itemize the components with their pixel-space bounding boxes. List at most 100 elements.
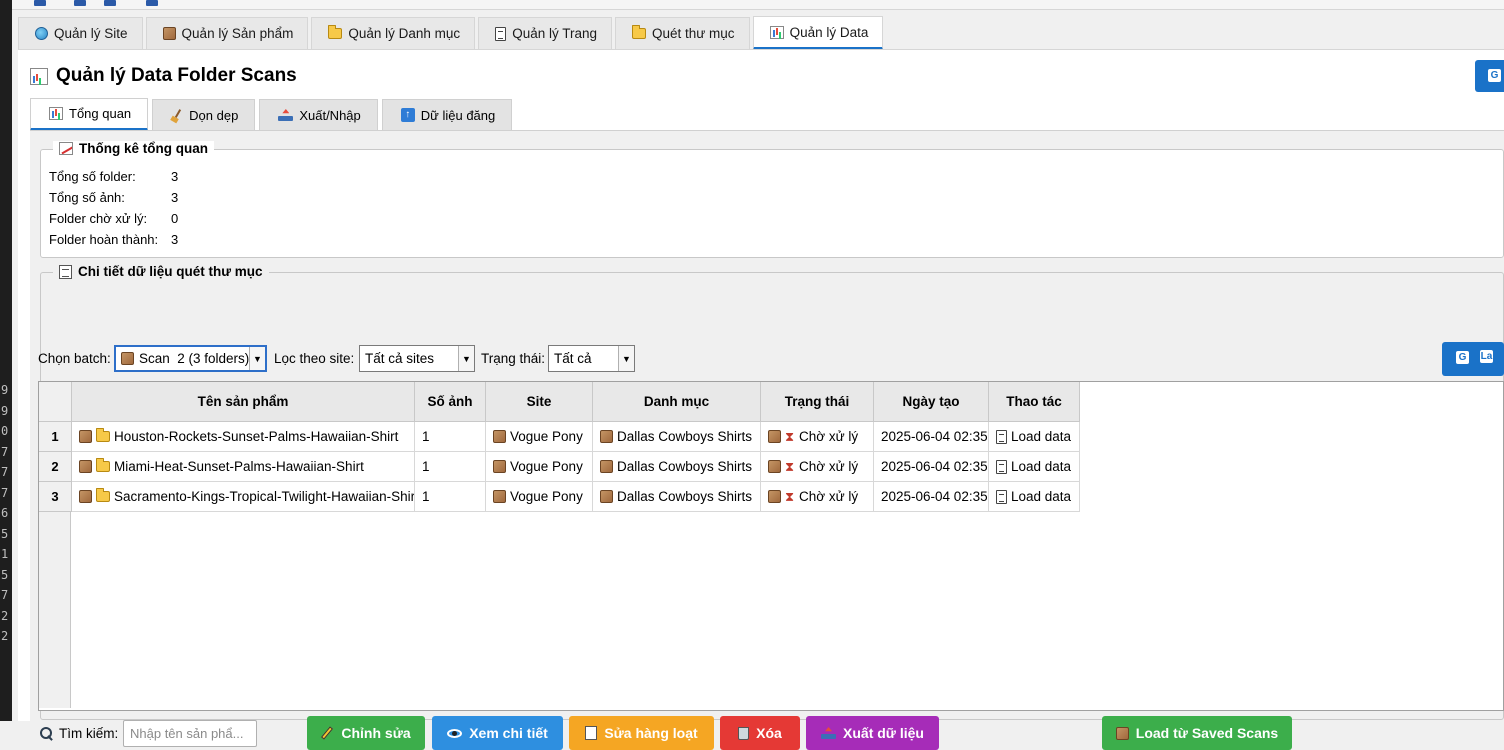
table-cell-status[interactable]: ⧗ Chờ xử lý — [761, 482, 874, 512]
tab-label: Tổng quan — [69, 106, 132, 121]
batch-label: Chọn batch: — [38, 351, 111, 366]
stat-label: Folder chờ xử lý: — [49, 211, 148, 226]
tab-posted-data[interactable]: ↑ Dữ liệu đăng — [381, 99, 513, 130]
toolbar-icon[interactable] — [146, 0, 158, 6]
row-number[interactable]: 2 — [39, 452, 72, 482]
load-data-action[interactable]: Load data — [989, 482, 1080, 512]
bulk-edit-button[interactable]: Sửa hàng loạt — [569, 716, 714, 750]
up-arrow-icon: ↑ — [400, 108, 415, 122]
tab-label: Quản lý Sản phẩm — [181, 26, 294, 41]
tab-products[interactable]: Quản lý Sản phẩm — [145, 17, 309, 49]
product-name: Houston-Rockets-Sunset-Palms-Hawaiian-Sh… — [114, 429, 399, 444]
export-data-button[interactable]: Xuất dữ liệu — [806, 716, 939, 750]
tab-import-export[interactable]: Xuất/Nhập — [259, 99, 378, 130]
column-header[interactable]: Ngày tạo — [874, 382, 989, 422]
data-grid: Tên sản phẩm Số ảnh Site Danh mục Trạng … — [38, 381, 1504, 711]
gutter-line: 5 — [1, 526, 9, 541]
view-details-button[interactable]: Xem chi tiết — [432, 716, 563, 750]
table-cell-name[interactable]: Houston-Rockets-Sunset-Palms-Hawaiian-Sh… — [72, 422, 415, 452]
row-number[interactable]: 3 — [39, 482, 72, 512]
search-input[interactable]: Nhập tên sản phẩ... — [123, 720, 257, 747]
box-icon — [79, 460, 92, 473]
batch-select[interactable]: Scan 2 (3 folders) ▼ — [114, 345, 267, 372]
column-header[interactable]: Tên sản phẩm — [72, 382, 415, 422]
action-label: Load data — [1011, 429, 1072, 444]
toolbar-icon[interactable] — [34, 0, 46, 6]
pencil-icon — [321, 725, 334, 740]
table-cell-site[interactable]: Vogue Pony — [486, 482, 593, 512]
main-content: Quản lý Data Folder Scans G Tổng quan Dọ… — [18, 49, 1504, 750]
trash-icon — [738, 726, 750, 740]
hourglass-icon: ⧗ — [785, 429, 795, 444]
search-icon — [40, 727, 54, 741]
table-cell-site[interactable]: Vogue Pony — [486, 452, 593, 482]
tab-categories[interactable]: Quản lý Danh mục — [311, 17, 476, 49]
reload-button-label: La — [1480, 350, 1493, 363]
tray-icon — [821, 727, 837, 739]
edit-button-label: Chỉnh sửa — [341, 725, 411, 741]
details-legend-text: Chi tiết dữ liệu quét thư mục — [78, 264, 263, 279]
notepad-icon — [585, 726, 598, 740]
gutter-line: 7 — [1, 485, 9, 500]
site-filter-select[interactable]: Tất cả sites ▼ — [359, 345, 475, 372]
column-header[interactable]: Thao tác — [989, 382, 1080, 422]
table-cell-created[interactable]: 2025-06-04 02:35 — [874, 482, 989, 512]
table-cell-images[interactable]: 1 — [415, 422, 486, 452]
status-filter-select[interactable]: Tất cả ▼ — [548, 345, 635, 372]
window-toolbar — [12, 0, 1504, 10]
table-cell-images[interactable]: 1 — [415, 482, 486, 512]
gutter-line: 2 — [1, 629, 9, 643]
stat-value: 3 — [171, 169, 179, 184]
tab-folder-scan[interactable]: Quét thư mục — [614, 17, 750, 49]
table-cell-status[interactable]: ⧗ Chờ xử lý — [761, 422, 874, 452]
table-cell-name[interactable]: Sacramento-Kings-Tropical-Twilight-Hawai… — [72, 482, 415, 512]
toolbar-icon[interactable] — [104, 0, 116, 6]
table-cell-site[interactable]: Vogue Pony — [486, 422, 593, 452]
table-cell-created[interactable]: 2025-06-04 02:35 — [874, 452, 989, 482]
app-window: Quản lý Site Quản lý Sản phẩm Quản lý Da… — [18, 10, 1504, 750]
edit-button[interactable]: Chỉnh sửa — [307, 716, 425, 750]
row-number[interactable]: 1 — [39, 422, 72, 452]
export-data-button-label: Xuất dữ liệu — [843, 725, 924, 741]
folder-icon — [96, 458, 110, 472]
table-cell-category[interactable]: Dallas Cowboys Shirts — [593, 482, 761, 512]
column-header[interactable]: Danh mục — [593, 382, 761, 422]
column-header[interactable]: Site — [486, 382, 593, 422]
product-name: Sacramento-Kings-Tropical-Twilight-Hawai… — [114, 489, 415, 504]
load-saved-scans-button[interactable]: Load từ Saved Scans — [1102, 716, 1292, 750]
chevron-down-icon: ▼ — [618, 346, 634, 371]
stats-legend-text: Thống kê tổng quan — [79, 141, 208, 156]
table-cell-status[interactable]: ⧗ Chờ xử lý — [761, 452, 874, 482]
reload-button[interactable]: G La — [1442, 342, 1504, 376]
table-cell-images[interactable]: 1 — [415, 452, 486, 482]
site-name: Vogue Pony — [510, 459, 583, 474]
tab-label: Quản lý Danh mục — [348, 26, 461, 41]
gutter-line: 0 — [1, 424, 9, 438]
bulk-edit-button-label: Sửa hàng loạt — [604, 725, 698, 741]
toolbar-icon[interactable] — [74, 0, 86, 6]
stat-row: Tổng số folder: 3 — [49, 169, 178, 184]
column-header[interactable]: Trạng thái — [761, 382, 874, 422]
table-cell-created[interactable]: 2025-06-04 02:35 — [874, 422, 989, 452]
table-cell-category[interactable]: Dallas Cowboys Shirts — [593, 452, 761, 482]
status-text: Chờ xử lý — [799, 489, 859, 504]
tab-data[interactable]: Quản lý Data — [752, 16, 884, 50]
tab-pages[interactable]: Quản lý Trang — [478, 17, 612, 49]
refresh-icon: G — [1488, 69, 1501, 82]
delete-button[interactable]: Xóa — [720, 716, 800, 750]
load-data-action[interactable]: Load data — [989, 422, 1080, 452]
tab-cleanup[interactable]: Dọn dẹp — [152, 99, 256, 130]
tab-site[interactable]: Quản lý Site — [18, 17, 143, 49]
refresh-button[interactable]: G — [1475, 60, 1504, 92]
status-text: Chờ xử lý — [799, 429, 859, 444]
globe-icon — [35, 27, 48, 40]
column-header[interactable]: Số ảnh — [415, 382, 486, 422]
load-data-action[interactable]: Load data — [989, 452, 1080, 482]
eye-icon — [447, 728, 463, 738]
box-icon — [493, 490, 506, 503]
tab-overview[interactable]: Tổng quan — [30, 98, 149, 131]
table-cell-category[interactable]: Dallas Cowboys Shirts — [593, 422, 761, 452]
table-cell-name[interactable]: Miami-Heat-Sunset-Palms-Hawaiian-Shirt — [72, 452, 415, 482]
gutter-line: 9 — [1, 403, 9, 418]
document-icon — [495, 26, 507, 41]
